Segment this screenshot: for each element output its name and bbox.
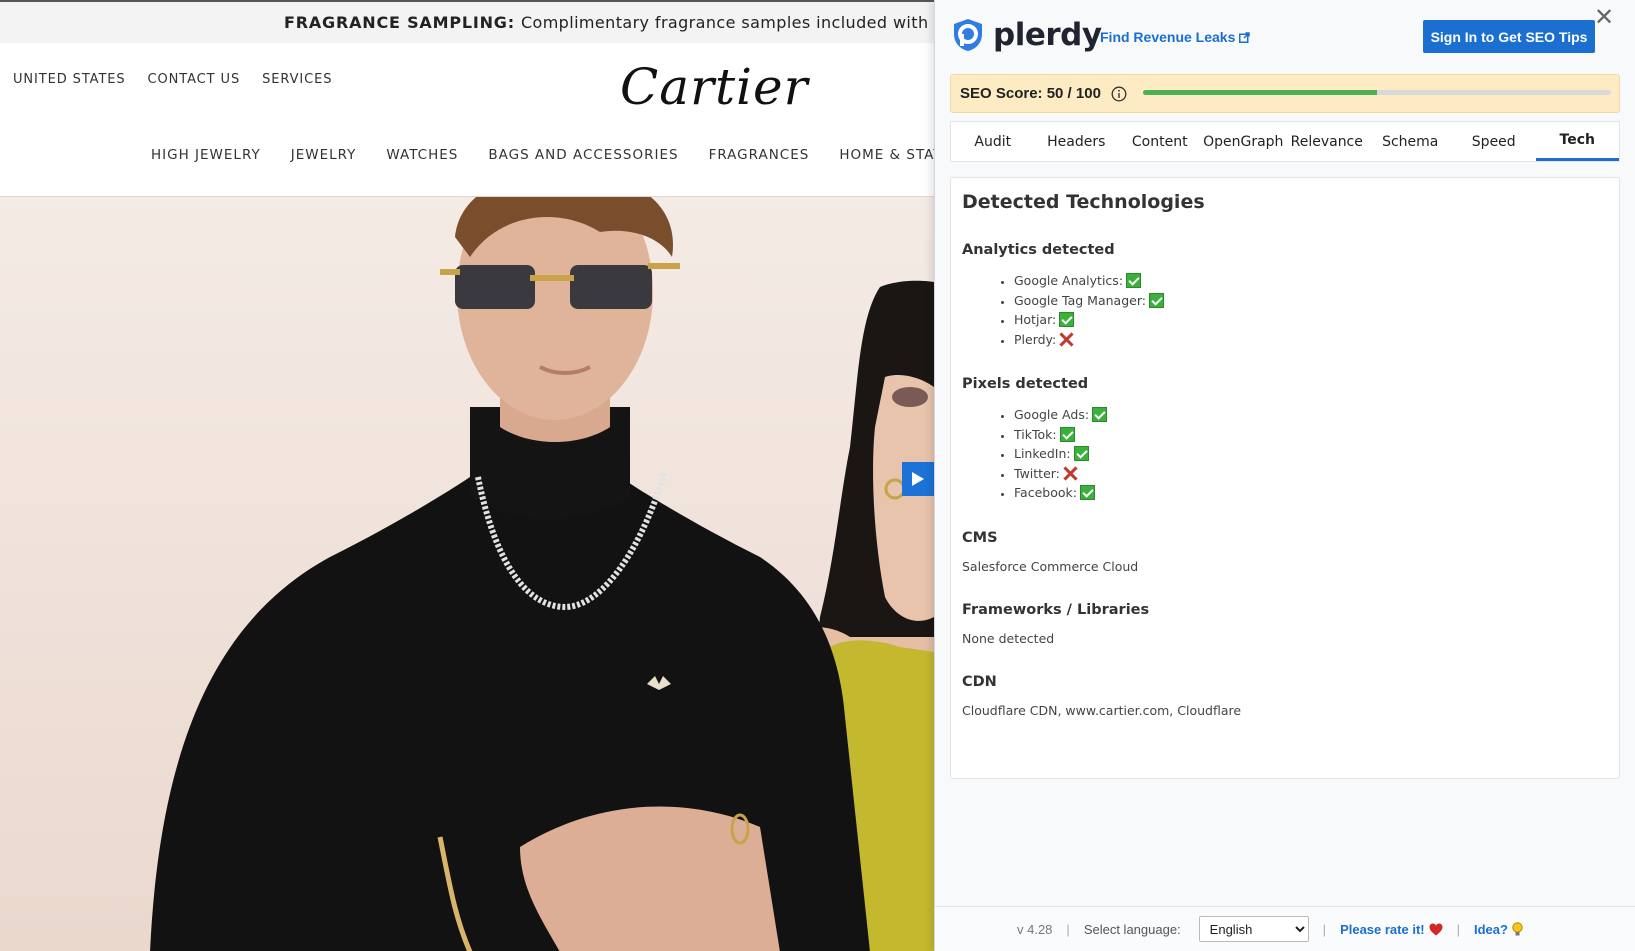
- list-item: Google Analytics:: [1014, 271, 1608, 291]
- pixels-list: Google Ads: TikTok: LinkedIn: Twitter: F…: [962, 405, 1608, 503]
- seo-score-label: SEO Score: 50 / 100: [960, 85, 1101, 102]
- seo-score-progress-fill: [1143, 90, 1377, 95]
- promo-bold-text: FRAGRANCE SAMPLING:: [284, 13, 515, 32]
- tab-bar: Audit Headers Content OpenGraph Relevanc…: [950, 121, 1620, 162]
- check-icon: [1073, 446, 1089, 461]
- divider: |: [1322, 921, 1327, 937]
- tech-content-card: Detected Technologies Analytics detected…: [950, 177, 1620, 779]
- frameworks-heading: Frameworks / Libraries: [962, 601, 1150, 618]
- promo-banner[interactable]: FRAGRANCE SAMPLING: Complimentary fragra…: [0, 0, 934, 43]
- idea-link-label: Idea?: [1474, 921, 1508, 937]
- tab-headers[interactable]: Headers: [1035, 122, 1119, 161]
- cross-icon: [1063, 466, 1078, 481]
- pixel-item-label: LinkedIn:: [1014, 446, 1071, 461]
- check-icon: [1126, 273, 1142, 288]
- check-icon: [1079, 485, 1095, 500]
- idea-link[interactable]: Idea?: [1474, 922, 1523, 937]
- pixel-item-label: TikTok:: [1014, 426, 1057, 442]
- website-viewport: FRAGRANCE SAMPLING: Complimentary fragra…: [0, 0, 934, 951]
- promo-text: Complimentary fragrance samples included…: [520, 13, 934, 32]
- tab-opengraph[interactable]: OpenGraph: [1202, 122, 1286, 161]
- rate-link[interactable]: Please rate it!: [1340, 922, 1443, 937]
- list-item: Twitter:: [1014, 464, 1608, 484]
- sign-in-button[interactable]: Sign In to Get SEO Tips: [1423, 20, 1595, 53]
- analytics-item-label: Hotjar:: [1014, 312, 1057, 327]
- utility-nav: UNITED STATES CONTACT US SERVICES: [13, 72, 332, 87]
- check-icon: [1059, 426, 1075, 442]
- find-revenue-leaks-link[interactable]: Find Revenue Leaks: [1100, 29, 1251, 45]
- rate-link-label: Please rate it!: [1340, 921, 1425, 937]
- panel-footer: v 4.28 | Select language: English | Plea…: [935, 906, 1635, 951]
- divider: |: [1066, 921, 1070, 937]
- version-label: v 4.28: [1017, 921, 1053, 937]
- nav-home-stationery[interactable]: HOME & STAT: [839, 147, 934, 163]
- cross-icon: [1059, 332, 1074, 347]
- language-select[interactable]: English: [1198, 916, 1309, 942]
- list-item: Plerdy:: [1014, 330, 1608, 350]
- seo-score-bar: SEO Score: 50 / 100: [950, 74, 1620, 113]
- util-link-contact[interactable]: CONTACT US: [148, 72, 241, 87]
- check-icon: [1059, 312, 1075, 327]
- close-icon[interactable]: ✕: [1594, 6, 1614, 30]
- list-item: Facebook:: [1014, 483, 1608, 503]
- play-icon: [912, 472, 924, 486]
- section-title: Detected Technologies: [962, 191, 1205, 213]
- divider: |: [1456, 921, 1460, 937]
- util-link-services[interactable]: SERVICES: [262, 72, 332, 87]
- nav-high-jewelry[interactable]: HIGH JEWELRY: [151, 147, 261, 163]
- list-item: Google Tag Manager:: [1014, 291, 1608, 311]
- revenue-link-label: Find Revenue Leaks: [1100, 29, 1236, 45]
- list-item: TikTok:: [1014, 425, 1608, 445]
- pixel-item-label: Google Ads:: [1014, 407, 1090, 422]
- check-icon: [1148, 292, 1164, 308]
- analytics-item-label: Google Analytics:: [1014, 273, 1124, 288]
- heart-icon: [1429, 923, 1443, 935]
- list-item: LinkedIn:: [1014, 444, 1608, 464]
- lightbulb-icon: [1512, 921, 1523, 935]
- tab-schema[interactable]: Schema: [1369, 122, 1453, 161]
- nav-bags-accessories[interactable]: BAGS AND ACCESSORIES: [488, 147, 678, 163]
- main-nav: HIGH JEWELRY JEWELRY WATCHES BAGS AND AC…: [151, 147, 934, 163]
- tab-content[interactable]: Content: [1118, 122, 1202, 161]
- language-label: Select language:: [1083, 921, 1181, 937]
- nav-fragrances[interactable]: FRAGRANCES: [709, 147, 810, 163]
- plerdy-brand-name: plerdy: [993, 17, 1102, 53]
- pixel-item-label: Facebook:: [1014, 485, 1077, 500]
- tab-relevance[interactable]: Relevance: [1285, 122, 1369, 161]
- cms-value: Salesforce Commerce Cloud: [962, 558, 1139, 574]
- cms-heading: CMS: [962, 529, 998, 546]
- frameworks-value: None detected: [962, 630, 1055, 646]
- info-icon[interactable]: [1111, 86, 1127, 102]
- check-icon: [1092, 407, 1108, 422]
- analytics-list: Google Analytics: Google Tag Manager: Ho…: [962, 271, 1608, 349]
- play-button[interactable]: [902, 462, 934, 496]
- plerdy-seo-panel: plerdy Find Revenue Leaks Sign In to Get…: [934, 0, 1635, 951]
- pixels-heading: Pixels detected: [962, 376, 1089, 392]
- hero-illustration: [150, 197, 934, 951]
- list-item: Google Ads:: [1014, 405, 1608, 425]
- nav-watches[interactable]: WATCHES: [386, 147, 458, 163]
- tab-speed[interactable]: Speed: [1452, 122, 1536, 161]
- nav-jewelry[interactable]: JEWELRY: [291, 147, 357, 163]
- tab-tech[interactable]: Tech: [1535, 122, 1619, 161]
- analytics-heading: Analytics detected: [962, 242, 1115, 258]
- seo-score-progress: [1143, 90, 1611, 95]
- list-item: Hotjar:: [1014, 310, 1608, 330]
- cdn-value: Cloudflare CDN, www.cartier.com, Cloudfl…: [962, 702, 1242, 718]
- hero-image: [0, 196, 934, 951]
- pixel-item-label: Twitter:: [1014, 465, 1060, 481]
- analytics-item-label: Plerdy:: [1014, 331, 1057, 347]
- external-link-icon: [1239, 31, 1251, 43]
- tab-audit[interactable]: Audit: [951, 122, 1035, 161]
- analytics-item-label: Google Tag Manager:: [1014, 292, 1146, 308]
- plerdy-logo[interactable]: plerdy: [951, 17, 1102, 53]
- plerdy-shield-icon: [954, 19, 982, 51]
- util-link-country[interactable]: UNITED STATES: [13, 72, 126, 87]
- cartier-logo[interactable]: Cartier: [620, 58, 809, 116]
- cdn-heading: CDN: [962, 673, 997, 690]
